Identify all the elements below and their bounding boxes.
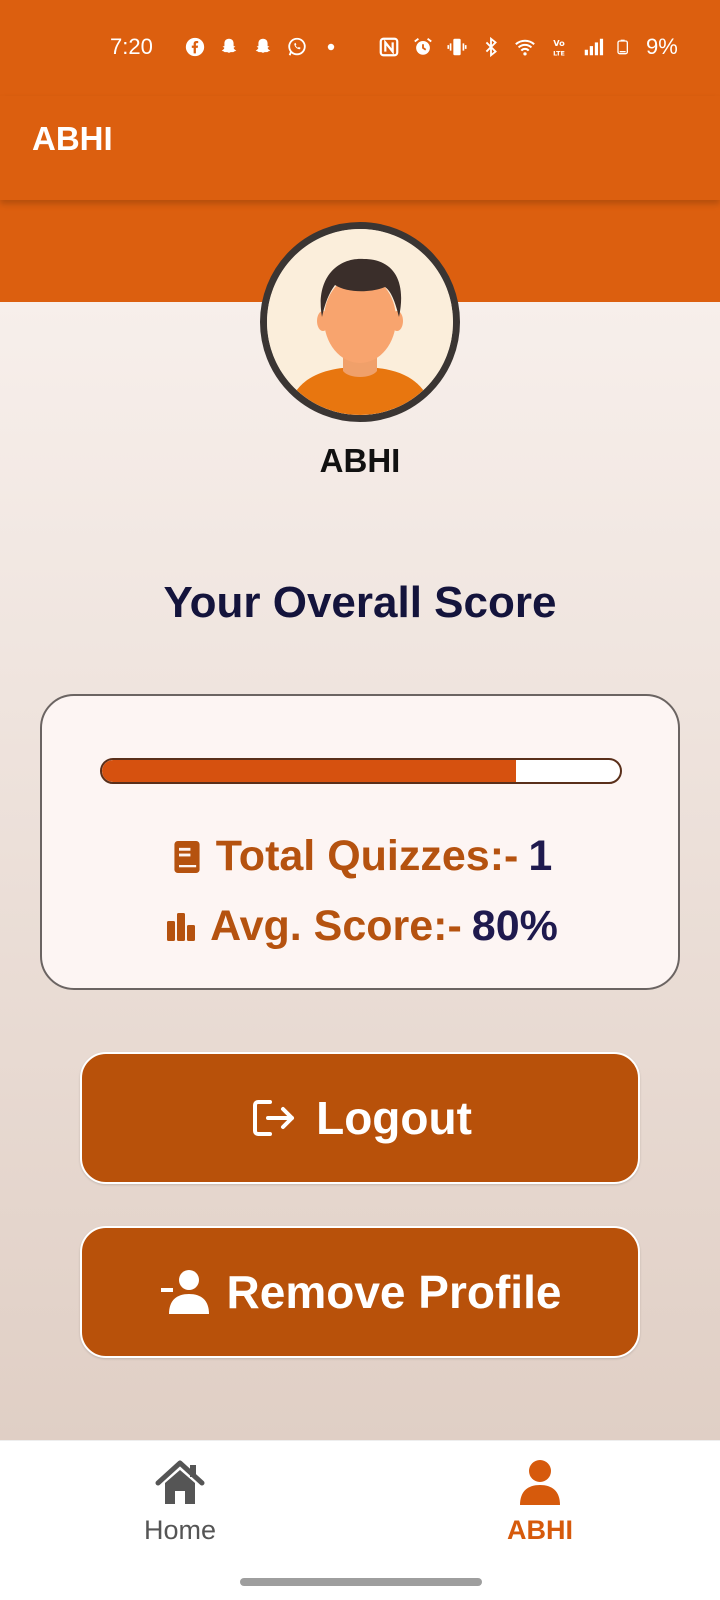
battery-icon: [617, 39, 628, 55]
profile-name: ABHI: [319, 442, 401, 479]
snapchat-icon: [255, 38, 271, 53]
svg-text:Vo: Vo: [553, 38, 565, 48]
nav-item-home[interactable]: Home: [80, 1457, 280, 1546]
home-icon: [155, 1460, 205, 1504]
wifi-icon: [515, 39, 535, 56]
app-bar: ABHI: [0, 96, 720, 200]
avg-score-value: 80%: [471, 902, 558, 950]
remove-profile-button[interactable]: Remove Profile: [80, 1226, 640, 1358]
signal-icon: [584, 38, 604, 56]
nav-label-home: Home: [143, 1515, 217, 1545]
nav-label-profile: ABHI: [507, 1515, 573, 1545]
bottom-nav: Home ABHI: [0, 1440, 720, 1600]
total-quizzes-row: Total Quizzes:- 1: [42, 832, 682, 881]
nfc-icon: [379, 37, 399, 57]
user-avatar-icon: [260, 222, 460, 422]
bluetooth-icon: [485, 36, 497, 58]
dot-icon: [327, 43, 335, 51]
notification-icons: [184, 36, 342, 58]
nav-item-profile[interactable]: ABHI: [440, 1457, 640, 1546]
score-progress-bar: [100, 758, 622, 784]
system-icons: Vo LTE 9%: [378, 34, 678, 60]
score-card: Total Quizzes:- 1 Avg. Score:- 80%: [40, 694, 680, 990]
app-bar-title: ABHI: [32, 120, 113, 157]
score-heading: Your Overall Score: [163, 578, 557, 627]
logout-button[interactable]: Logout: [80, 1052, 640, 1184]
battery-percent: 9%: [646, 34, 678, 59]
remove-user-icon: [160, 1270, 209, 1314]
document-icon: [174, 840, 200, 873]
person-icon: [520, 1460, 560, 1505]
status-bar: 7:20 Vo LTE 9%: [0, 0, 720, 96]
remove-profile-label: Remove Profile: [226, 1266, 562, 1318]
vibrate-icon: [447, 38, 467, 56]
alarm-icon: [414, 38, 432, 55]
gesture-home-indicator[interactable]: [240, 1578, 482, 1586]
bar-chart-icon: [167, 912, 196, 941]
avg-score-label: Avg. Score:-: [210, 902, 462, 950]
whatsapp-icon: [288, 37, 306, 56]
volte-icon: VoLTE: [553, 38, 565, 57]
logout-label: Logout: [316, 1092, 472, 1144]
logout-icon: [253, 1100, 295, 1136]
svg-text:LTE: LTE: [553, 49, 565, 57]
score-progress-fill: [102, 760, 517, 782]
total-quizzes-value: 1: [528, 832, 553, 880]
snapchat-icon: [221, 38, 237, 53]
total-quizzes-label: Total Quizzes:-: [215, 832, 519, 880]
facebook-icon: [185, 37, 205, 57]
avg-score-row: Avg. Score:- 80%: [42, 902, 682, 951]
status-time: 7:20: [110, 34, 153, 59]
